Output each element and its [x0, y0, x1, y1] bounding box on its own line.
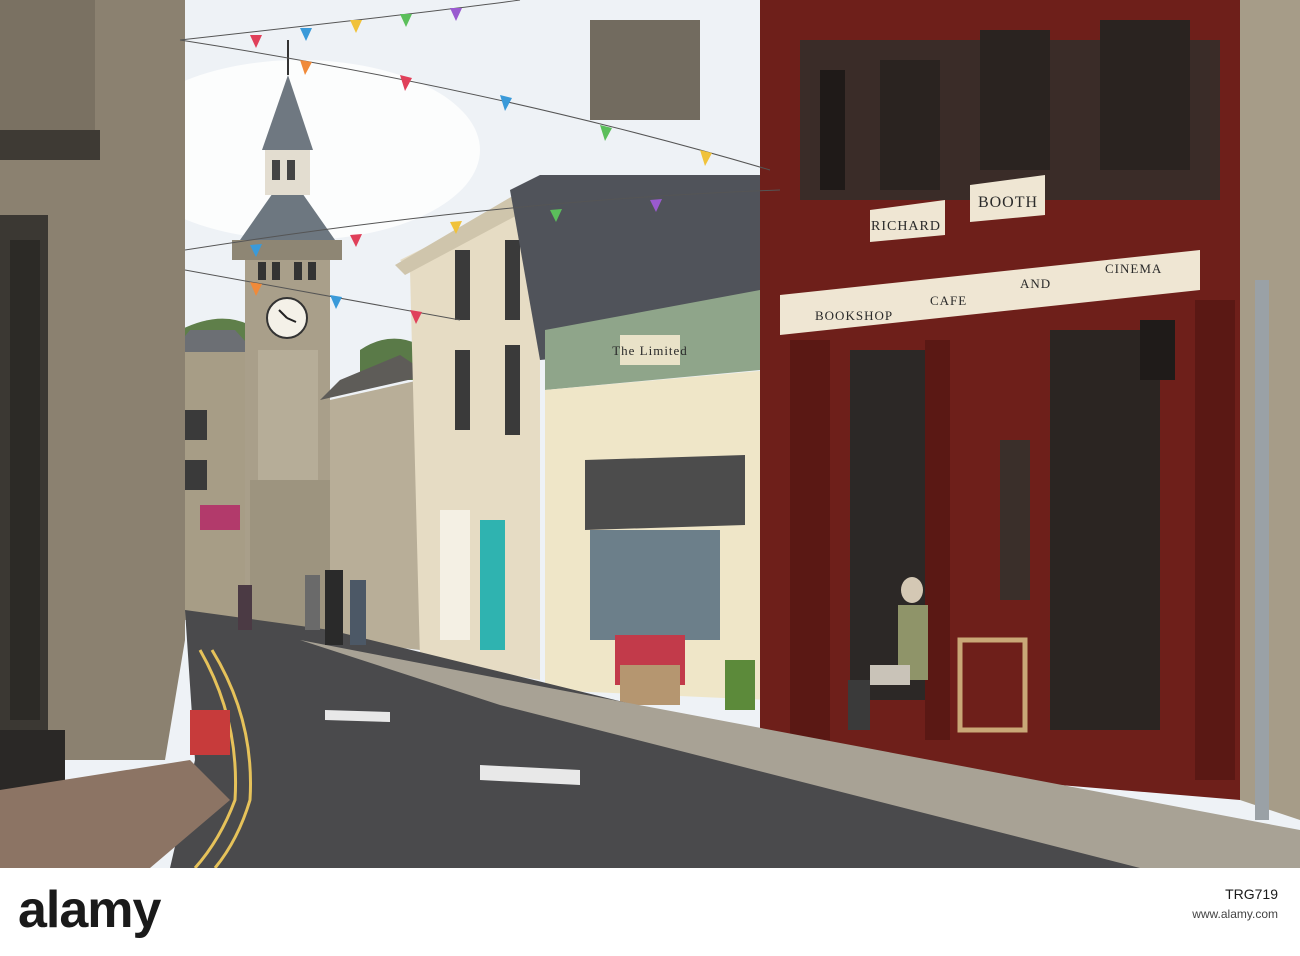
right-stone-wall [1240, 0, 1300, 820]
crate [620, 665, 680, 705]
left-stone-building [0, 0, 185, 800]
watermark-banner: alamy TRG719 www.alamy.com [0, 868, 1300, 956]
shop-window [590, 530, 720, 640]
chimney [590, 20, 700, 120]
awning [585, 455, 745, 530]
fascia-and: AND [1020, 276, 1051, 291]
shop-name-richard: RICHARD [871, 219, 941, 234]
the-limited-sign: The Limited [612, 343, 688, 358]
turquoise-door [480, 520, 505, 650]
stock-id: TRG719 www.alamy.com [1192, 884, 1278, 924]
image-id: TRG719 [1225, 886, 1278, 902]
pink-shopfront [200, 505, 240, 530]
shop-name-booth: BOOTH [978, 194, 1038, 211]
fascia-bookshop: BOOKSHOP [815, 308, 893, 323]
site-url: www.alamy.com [1192, 907, 1278, 921]
potted-plant [725, 660, 755, 710]
window [185, 460, 207, 490]
road-arrow [325, 710, 390, 722]
red-crate [190, 710, 230, 755]
fascia-cafe: CAFE [930, 293, 967, 308]
richard-booth-bookshop: RICHARD BOOTH BOOKSHOP CAFE AND CINEMA [760, 0, 1240, 800]
window [185, 410, 207, 440]
street-photo: The Limited RICHARD BOOTH BOOKSHOP CAFE … [0, 0, 1300, 868]
fascia-cinema: CINEMA [1105, 261, 1162, 276]
street-scene: The Limited RICHARD BOOTH BOOKSHOP CAFE … [0, 0, 1300, 868]
green-shop: The Limited [545, 290, 770, 710]
lamp-post [1255, 280, 1269, 820]
shop-doorway [1050, 330, 1160, 730]
alamy-logo: alamy [18, 881, 161, 939]
